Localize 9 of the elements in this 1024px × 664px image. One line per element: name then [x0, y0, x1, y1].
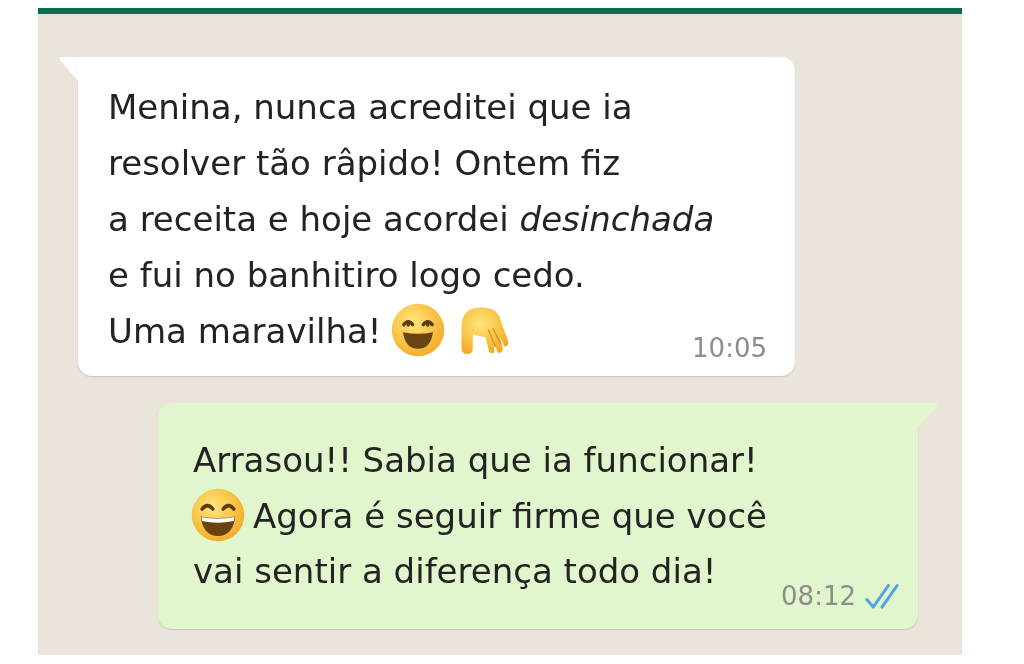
message-text: vai sentir a diferença todo dia! [193, 551, 717, 591]
message-time: 10:05 [692, 334, 767, 362]
message-text: Agora é seguir firme que você [253, 496, 768, 536]
message-time: 08:12 [781, 582, 856, 610]
smiling-face-icon [391, 303, 446, 357]
message-text: Arrasou!! Sabia que ia funcionar! [193, 440, 758, 480]
laughing-face-icon [191, 488, 245, 542]
message-text: Uma maravilha! [108, 311, 382, 351]
message-text: Menina, nunca acreditei que ia resolver tão râpido! Ontem fiz a receita e hoje acordei desinchada e fui no banhitiro logo cedo. [108, 87, 715, 295]
